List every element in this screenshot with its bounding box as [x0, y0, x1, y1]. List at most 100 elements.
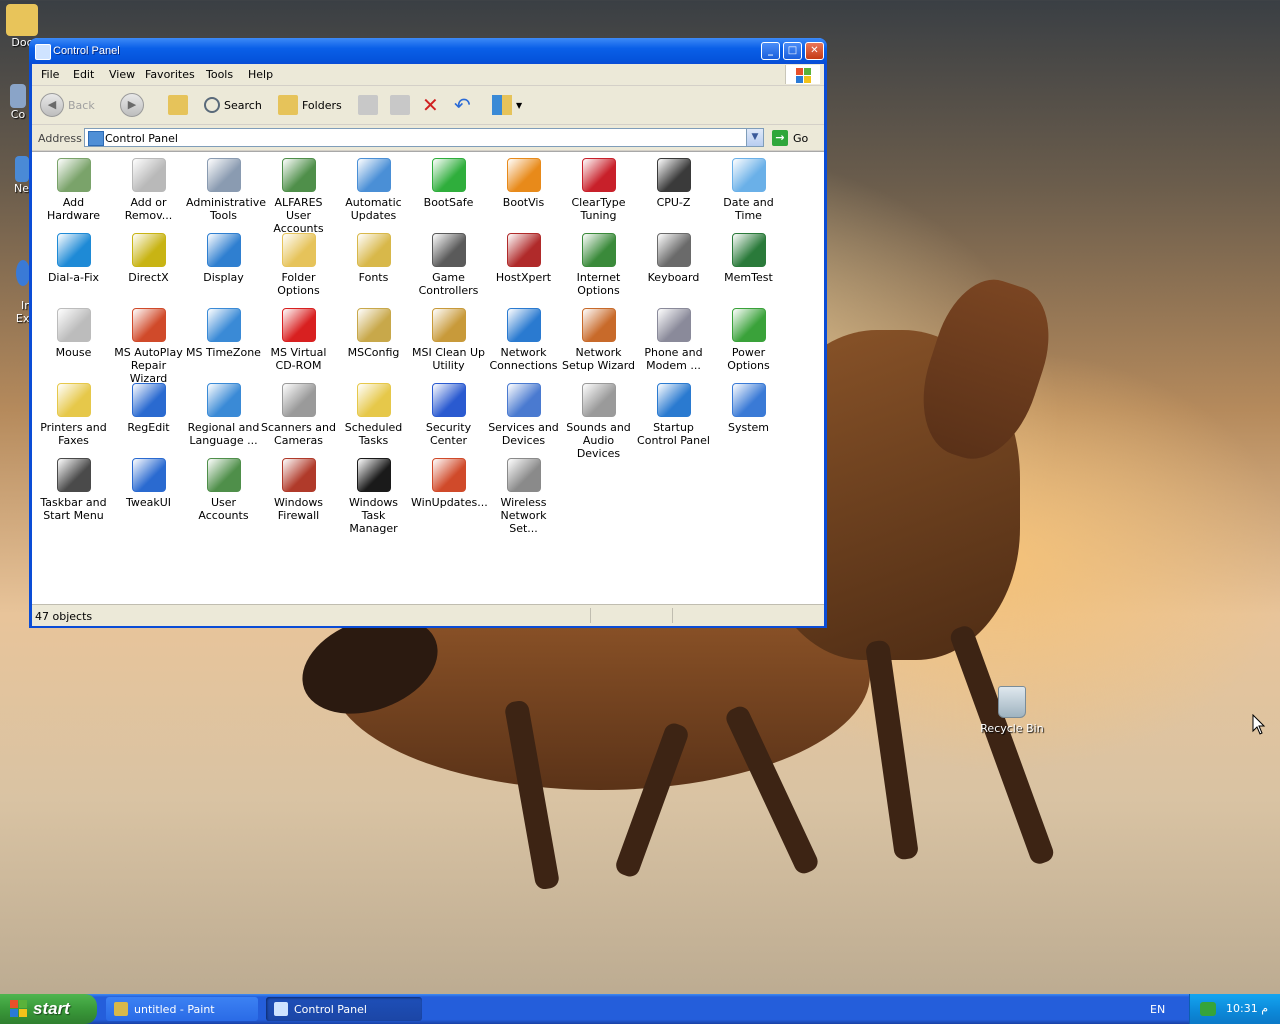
control-panel-item[interactable]: Taskbar and Start Menu [36, 458, 111, 522]
control-panel-item[interactable]: ALFARES User Accounts [261, 158, 336, 235]
taskbar-button-control-panel[interactable]: Control Panel [266, 997, 422, 1021]
hostxpert-icon [506, 233, 541, 267]
menu-tools[interactable]: Tools [206, 68, 233, 81]
control-panel-item[interactable]: WinUpdates... [411, 458, 488, 509]
control-panel-item[interactable]: RegEdit [111, 383, 186, 434]
close-button[interactable]: ✕ [805, 42, 824, 60]
recycle-bin-label: Recycle Bin [980, 722, 1044, 735]
control-panel-item-label: Phone and Modem ... [644, 346, 703, 372]
maximize-button[interactable]: □ [783, 42, 802, 60]
address-input[interactable]: Control Panel ▼ [84, 128, 764, 147]
security-tray-icon[interactable] [1200, 1002, 1216, 1016]
views-button[interactable]: ▼ [492, 92, 522, 118]
control-panel-item[interactable]: Dial-a-Fix [36, 233, 111, 284]
control-panel-item[interactable]: MSConfig [336, 308, 411, 359]
up-folder-button[interactable] [168, 92, 192, 118]
menu-favorites[interactable]: Favorites [145, 68, 195, 81]
control-panel-item[interactable]: Automatic Updates [336, 158, 411, 222]
control-panel-item[interactable]: MS TimeZone [186, 308, 261, 359]
control-panel-item[interactable]: Windows Firewall [261, 458, 336, 522]
delete-button[interactable]: ✕ [422, 92, 439, 118]
control-panel-item[interactable]: BootSafe [411, 158, 486, 209]
control-panel-item[interactable]: Power Options [711, 308, 786, 372]
control-panel-item[interactable]: Internet Options [561, 233, 636, 297]
control-panel-item[interactable]: CPU-Z [636, 158, 711, 209]
menu-view[interactable]: View [109, 68, 135, 81]
control-panel-item[interactable]: Security Center [411, 383, 486, 447]
control-panel-item[interactable]: HostXpert [486, 233, 561, 284]
taskbar-button-paint[interactable]: untitled - Paint [106, 997, 258, 1021]
start-button[interactable]: start [0, 994, 97, 1024]
undo-button[interactable]: ↶ [454, 92, 471, 118]
control-panel-item[interactable]: Scanners and Cameras [261, 383, 336, 447]
control-panel-item[interactable]: Windows Task Manager [336, 458, 411, 535]
control-panel-item[interactable]: Scheduled Tasks [336, 383, 411, 447]
recycle-bin-icon [998, 686, 1026, 718]
control-panel-item[interactable]: MSI Clean Up Utility [411, 308, 486, 372]
control-panel-item[interactable]: Game Controllers [411, 233, 486, 297]
control-panel-item[interactable]: BootVis [486, 158, 561, 209]
control-panel-item[interactable]: DirectX [111, 233, 186, 284]
control-panel-item-label: ALFARES User Accounts [273, 196, 324, 235]
control-panel-item[interactable]: Network Connections [486, 308, 561, 372]
control-panel-item[interactable]: Fonts [336, 233, 411, 284]
control-panel-item[interactable]: Date and Time [711, 158, 786, 222]
desktop-icon-computer[interactable]: Co [10, 84, 26, 121]
control-panel-item[interactable]: Folder Options [261, 233, 336, 297]
menu-help[interactable]: Help [248, 68, 273, 81]
services-devices-icon [506, 383, 541, 417]
forward-button[interactable]: ▶ [120, 92, 144, 118]
control-panel-item[interactable]: Phone and Modem ... [636, 308, 711, 372]
control-panel-item[interactable]: Administrative Tools [186, 158, 266, 222]
memtest-icon [731, 233, 766, 267]
control-panel-item-label: Scheduled Tasks [344, 421, 403, 447]
control-panel-item[interactable]: Mouse [36, 308, 111, 359]
move-to-button[interactable] [358, 92, 382, 118]
control-panel-item[interactable]: Startup Control Panel [636, 383, 711, 447]
go-label: Go [793, 131, 809, 145]
control-panel-item[interactable]: MS Virtual CD-ROM [261, 308, 336, 372]
msi-cleanup-icon [431, 308, 466, 342]
control-panel-item[interactable]: MS AutoPlay Repair Wizard [111, 308, 186, 385]
control-panel-item[interactable]: ClearType Tuning [561, 158, 636, 222]
back-button[interactable]: ◀ Back [40, 92, 95, 118]
control-panel-item-label: Game Controllers [418, 271, 479, 297]
control-panel-item[interactable]: Add Hardware [36, 158, 111, 222]
control-panel-item[interactable]: Printers and Faxes [36, 383, 111, 447]
date-time-icon [731, 158, 766, 192]
winupdates-icon [431, 458, 466, 492]
msconfig-icon [356, 308, 391, 342]
control-panel-item[interactable]: Sounds and Audio Devices [561, 383, 636, 460]
address-bar: Address Control Panel ▼ → Go [32, 126, 824, 151]
control-panel-item[interactable]: Network Setup Wizard [561, 308, 636, 372]
control-panel-item[interactable]: Display [186, 233, 261, 284]
go-button[interactable]: → Go [772, 129, 808, 147]
control-panel-item[interactable]: Services and Devices [486, 383, 561, 447]
views-icon [492, 95, 512, 115]
control-panel-item[interactable]: Keyboard [636, 233, 711, 284]
control-panel-item[interactable]: System [711, 383, 786, 434]
control-panel-item[interactable]: User Accounts [186, 458, 261, 522]
language-indicator[interactable]: EN [1150, 1003, 1165, 1016]
control-panel-item[interactable]: Regional and Language ... [186, 383, 261, 447]
control-panel-item[interactable]: MemTest [711, 233, 786, 284]
menu-edit[interactable]: Edit [73, 68, 94, 81]
title-bar[interactable]: Control Panel _ □ ✕ [29, 38, 827, 64]
folders-button[interactable]: Folders [278, 92, 342, 118]
control-panel-item-label: TweakUI [125, 496, 172, 509]
address-dropdown-button[interactable]: ▼ [746, 129, 763, 146]
control-panel-item[interactable]: Wireless Network Set... [486, 458, 561, 535]
desktop-icon-recycle-bin[interactable]: Recycle Bin [980, 686, 1044, 735]
regional-language-icon [206, 383, 241, 417]
go-arrow-icon: → [772, 130, 788, 146]
desktop-icon-network[interactable]: Ne [14, 156, 29, 195]
minimize-button[interactable]: _ [761, 42, 780, 60]
clock[interactable]: 10:31 م [1226, 1002, 1268, 1015]
control-panel-item[interactable]: TweakUI [111, 458, 186, 509]
control-panel-item-label: DirectX [128, 271, 169, 284]
copy-to-button[interactable] [390, 92, 414, 118]
search-button[interactable]: Search [204, 92, 262, 118]
menu-file[interactable]: File [41, 68, 59, 81]
control-panel-item[interactable]: Add or Remov... [111, 158, 186, 222]
tweakui-icon [131, 458, 166, 492]
